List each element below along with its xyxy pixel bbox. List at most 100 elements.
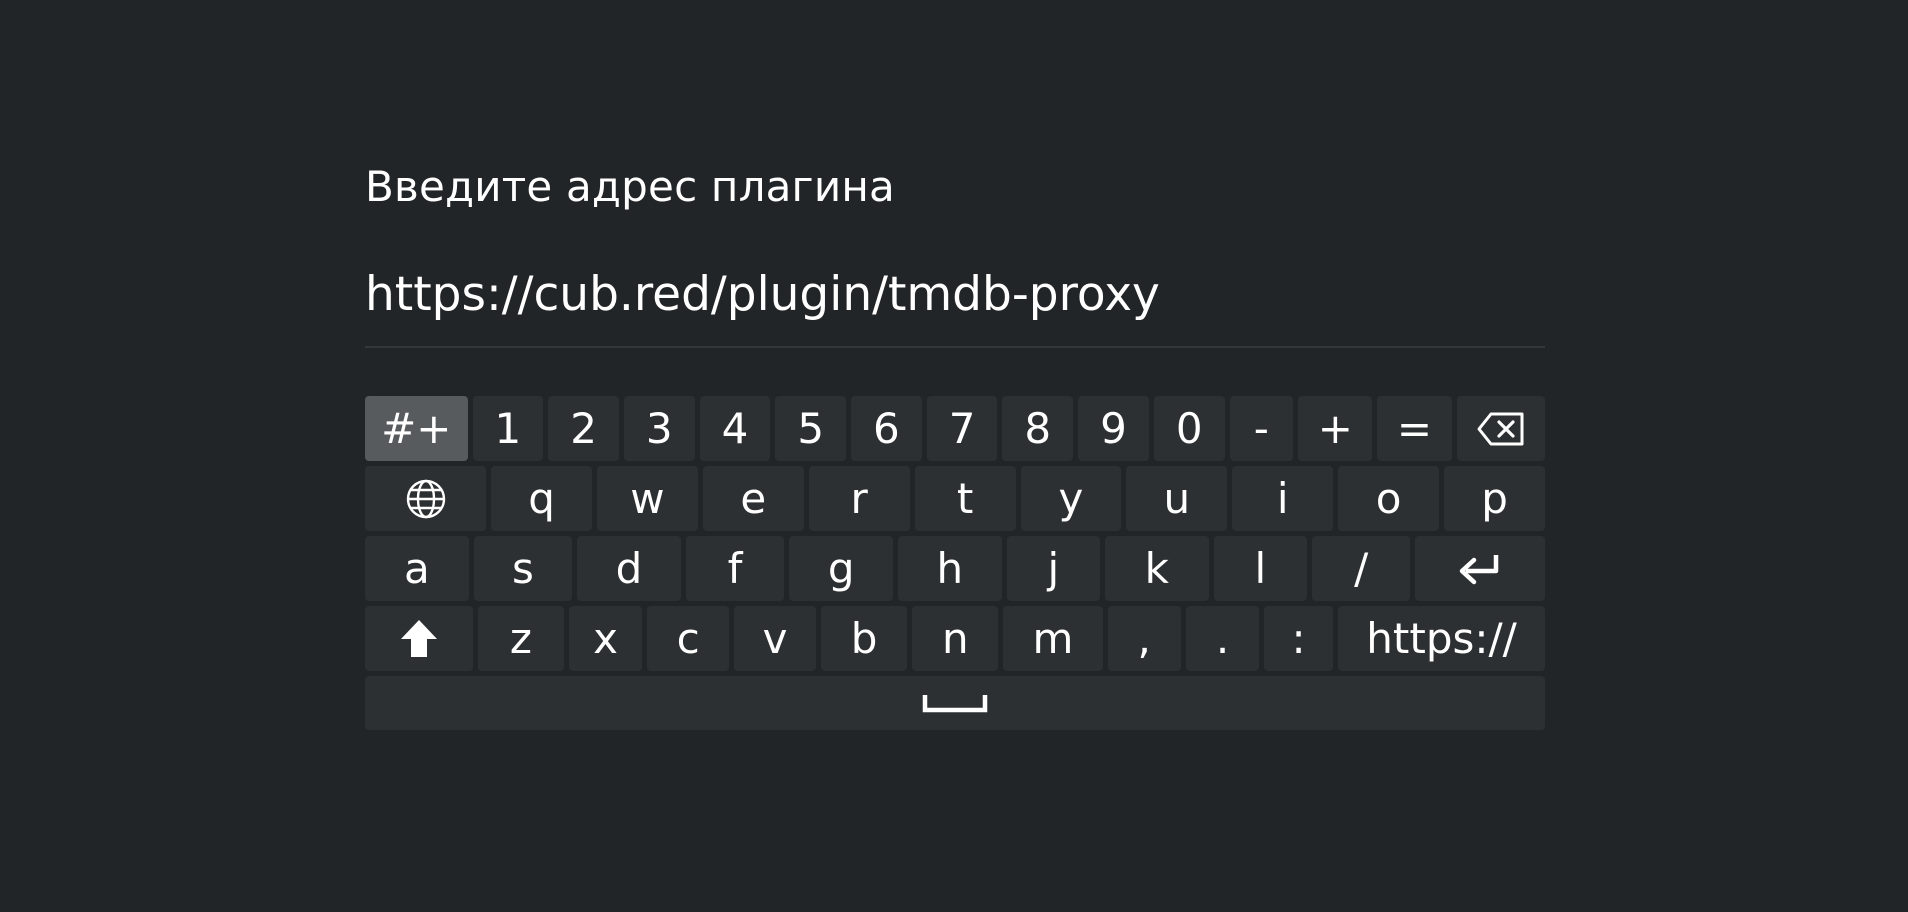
key-label: m: [1032, 613, 1074, 663]
key-y[interactable]: y: [1020, 466, 1122, 531]
keyboard-row-qwerty: qwertyuiop: [365, 466, 1545, 531]
key-n[interactable]: n: [912, 606, 999, 671]
key-9[interactable]: 9: [1078, 396, 1149, 461]
key-v[interactable]: v: [734, 606, 817, 671]
key-label: h: [936, 543, 964, 593]
key-0[interactable]: 0: [1153, 396, 1225, 461]
key-b[interactable]: b: [821, 606, 908, 671]
https-prefix-key[interactable]: https://: [1338, 606, 1545, 671]
key-label: 3: [645, 403, 673, 453]
key-q[interactable]: q: [491, 466, 592, 531]
key-label: z: [509, 613, 532, 663]
screen: Введите адрес плагина https://cub.red/pl…: [0, 0, 1908, 912]
key-slash[interactable]: /: [1311, 536, 1411, 601]
key-r[interactable]: r: [808, 466, 910, 531]
key-o[interactable]: o: [1338, 466, 1440, 531]
key-label: #+: [381, 403, 452, 453]
keyboard-row-asdf: a s d f g h j k l /: [365, 536, 1545, 601]
shift-arrow-icon: [399, 619, 439, 659]
key-label: b: [850, 613, 878, 663]
key-u[interactable]: u: [1126, 466, 1228, 531]
key-label: v: [762, 613, 788, 663]
key-label: 2: [570, 403, 597, 453]
key-label: +: [1317, 403, 1353, 453]
key-p[interactable]: p: [1444, 466, 1545, 531]
key-label: c: [676, 613, 700, 663]
symbols-toggle-key[interactable]: #+: [365, 396, 468, 461]
plugin-url-input[interactable]: https://cub.red/plugin/tmdb-proxy: [365, 266, 1545, 348]
key-label: a: [403, 543, 430, 593]
on-screen-keyboard: #+ 1 2 3 4 5 6 7 8 9 0- + = q w e r t y u i o p a s d f g h j k l / z x…: [365, 396, 1546, 730]
plugin-url-input-value[interactable]: https://cub.red/plugin/tmdb-proxy: [365, 266, 1545, 324]
key-label: i: [1276, 473, 1289, 523]
space-bar-icon: [922, 692, 988, 714]
enter-key[interactable]: [1415, 536, 1545, 601]
key-m[interactable]: m: [1003, 606, 1103, 671]
key-label: https://: [1366, 613, 1517, 663]
key-7[interactable]: 7: [926, 396, 998, 461]
key-w[interactable]: w: [596, 466, 698, 531]
enter-icon: [1456, 551, 1504, 587]
dialog-title: Введите адрес плагина: [365, 162, 895, 211]
key-label: 0: [1175, 403, 1203, 453]
key-period[interactable]: .: [1185, 606, 1260, 671]
key-label: r: [850, 473, 868, 523]
key-plus[interactable]: +: [1298, 396, 1373, 461]
key-6[interactable]: 6: [851, 396, 922, 461]
key-f[interactable]: f: [685, 536, 785, 601]
key-label: 7: [948, 403, 976, 453]
key-minus[interactable]: -: [1229, 396, 1294, 461]
key-e[interactable]: e: [702, 466, 804, 531]
key-4[interactable]: 4: [699, 396, 771, 461]
key-label: y: [1058, 473, 1084, 523]
key-label: 8: [1024, 403, 1052, 453]
key-label: p: [1481, 473, 1508, 523]
key-label: l: [1254, 543, 1267, 593]
language-key[interactable]: [365, 466, 487, 531]
key-g[interactable]: g: [789, 536, 893, 601]
key-label: 1: [494, 403, 522, 453]
key-x[interactable]: x: [568, 606, 643, 671]
key-label: q: [528, 473, 555, 523]
key-5[interactable]: 5: [775, 396, 847, 461]
key-z[interactable]: z: [477, 606, 564, 671]
key-label: =: [1396, 403, 1433, 453]
backspace-key[interactable]: [1456, 396, 1546, 461]
key-k[interactable]: k: [1104, 536, 1209, 601]
plugin-url-dialog: Введите адрес плагина https://cub.red/pl…: [365, 160, 1546, 735]
key-h[interactable]: h: [897, 536, 1002, 601]
key-d[interactable]: d: [577, 536, 681, 601]
key-label: 9: [1100, 403, 1127, 453]
space-key[interactable]: [365, 676, 1545, 730]
key-label: 6: [873, 403, 900, 453]
key-label: -: [1253, 403, 1269, 453]
key-label: f: [727, 543, 743, 593]
key-1[interactable]: 1: [472, 396, 544, 461]
key-l[interactable]: l: [1213, 536, 1307, 601]
key-label: t: [956, 473, 974, 523]
key-equals[interactable]: =: [1377, 396, 1452, 461]
key-8[interactable]: 8: [1002, 396, 1074, 461]
key-s[interactable]: s: [473, 536, 573, 601]
key-label: x: [593, 613, 619, 663]
key-i[interactable]: i: [1232, 466, 1334, 531]
key-label: j: [1047, 543, 1060, 593]
key-j[interactable]: j: [1006, 536, 1100, 601]
key-label: k: [1144, 543, 1169, 593]
shift-key[interactable]: [365, 606, 473, 671]
key-label: .: [1215, 613, 1230, 663]
key-label: e: [740, 473, 767, 523]
key-label: u: [1163, 473, 1191, 523]
key-label: o: [1375, 473, 1402, 523]
key-a[interactable]: a: [365, 536, 469, 601]
key-label: 4: [721, 403, 749, 453]
key-label: g: [827, 543, 855, 593]
key-t[interactable]: t: [914, 466, 1016, 531]
key-label: w: [630, 473, 665, 523]
keyboard-row-zxcv: z x c v b n m,.: https://: [365, 606, 1545, 671]
key-2[interactable]: 2: [548, 396, 619, 461]
key-comma[interactable]: ,: [1107, 606, 1181, 671]
key-3[interactable]: 3: [623, 396, 695, 461]
key-c[interactable]: c: [647, 606, 730, 671]
key-colon[interactable]: :: [1264, 606, 1334, 671]
